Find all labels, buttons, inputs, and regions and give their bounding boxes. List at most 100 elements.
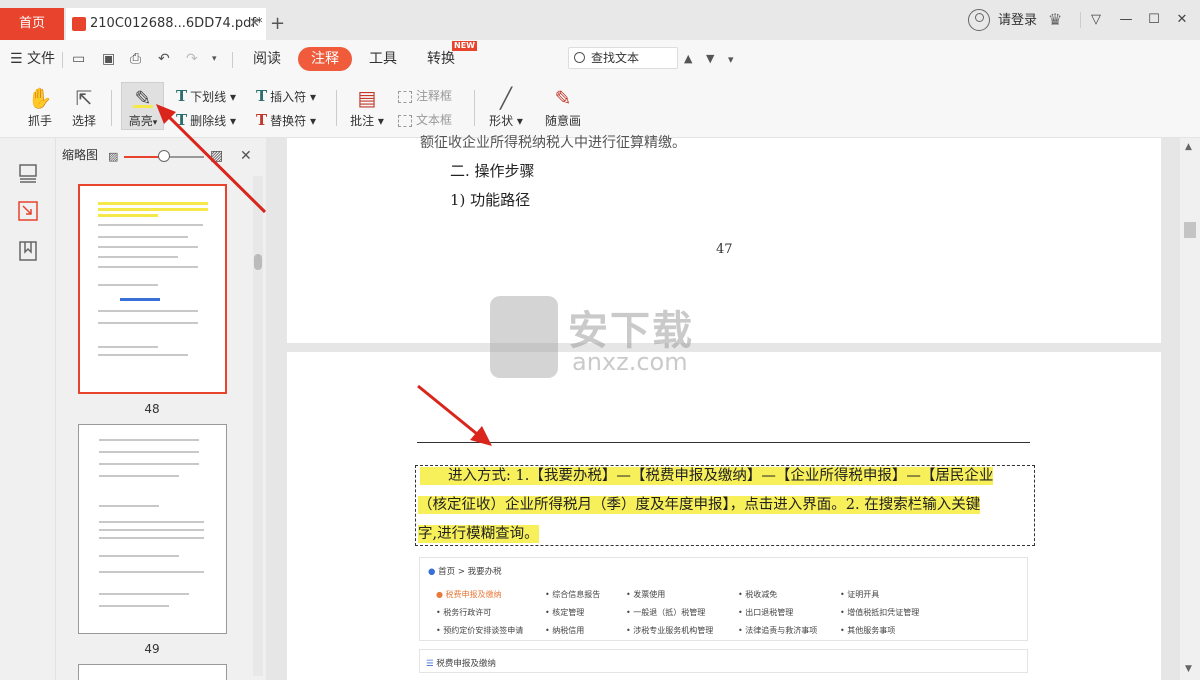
login-label: 请登录 xyxy=(998,13,1038,28)
hand-icon: ✋ xyxy=(27,86,53,110)
cursor-icon: ⇱ xyxy=(75,86,93,110)
divider xyxy=(1080,12,1081,28)
document-scroll-handle[interactable] xyxy=(1184,222,1196,238)
divider xyxy=(474,90,475,126)
close-tab-icon[interactable]: ✕ xyxy=(249,8,260,40)
annotation-list-icon[interactable] xyxy=(17,200,39,222)
document-page-47 xyxy=(287,138,1161,343)
web-menu-item: • 法律追责与救济事项 xyxy=(738,626,818,635)
web-menu-item: • 证明开具 xyxy=(840,590,880,599)
highlighted-text: 字,进行模糊查询。 xyxy=(418,525,539,543)
web-menu-item: • 核定管理 xyxy=(545,608,585,617)
web-breadcrumb: 首页 > 我要办税 xyxy=(438,567,502,577)
divider xyxy=(232,52,233,68)
home-icon: ● xyxy=(428,567,436,577)
free-draw-button[interactable]: ✎ 随意画 xyxy=(542,86,584,129)
search-input[interactable]: 查找文本 xyxy=(568,47,678,69)
save-icon[interactable]: ▣ xyxy=(102,51,115,67)
thumbnail-page-number: 48 xyxy=(144,402,160,416)
watermark-subtitle: anxz.com xyxy=(572,348,688,376)
thumbnail-panel-title: 缩略图 xyxy=(62,148,99,162)
free-draw-label: 随意画 xyxy=(544,114,581,128)
tab-document[interactable]: 210C012688...6DD74.pdf* ✕ xyxy=(66,8,266,40)
note-frame-button[interactable]: 注释框 xyxy=(398,88,452,104)
document-text: 额征收企业所得税纳税人中进行征算精缴。 xyxy=(420,135,686,151)
undo-icon[interactable]: ↶ xyxy=(158,51,170,67)
thumbnail-page-50[interactable] xyxy=(78,664,227,680)
menu-dropdown-icon[interactable]: ▽ xyxy=(1086,10,1106,30)
web-menu-item: • 其他服务事项 xyxy=(840,626,896,635)
close-window-button[interactable]: ✕ xyxy=(1172,10,1192,30)
scroll-up-icon[interactable]: ▲ xyxy=(1185,142,1192,152)
new-tab-button[interactable]: + xyxy=(270,14,285,34)
open-folder-icon[interactable]: ▭ xyxy=(72,51,85,67)
web-section-title: 税费申报及缴纳 xyxy=(436,659,496,669)
print-icon[interactable]: ⎙ xyxy=(130,51,141,67)
quick-access-dropdown-icon[interactable]: ▾ xyxy=(212,51,217,67)
note-frame-icon xyxy=(398,90,412,103)
web-menu-item: • 税收减免 xyxy=(738,590,778,599)
bookmark-icon[interactable] xyxy=(17,240,39,262)
search-next-icon[interactable]: ▼ xyxy=(706,51,714,67)
text-box-button[interactable]: 文本框 xyxy=(398,112,452,128)
divider xyxy=(111,90,112,126)
shape-label: 形状 xyxy=(489,114,514,128)
file-menu[interactable]: ☰ 文件 xyxy=(10,49,55,69)
new-badge: NEW xyxy=(452,41,477,51)
highlighted-text: 进入方式: 1.【我要办税】—【税费申报及缴纳】—【企业所得税申报】—【居民企业 xyxy=(420,467,994,485)
shape-button[interactable]: ╱ 形状 ▾ xyxy=(486,86,526,129)
line-shape-icon: ╱ xyxy=(499,86,513,110)
step-item: 1) 功能路径 xyxy=(450,191,531,209)
divider xyxy=(62,52,63,68)
scroll-down-icon[interactable]: ▼ xyxy=(1185,664,1192,674)
text-box-icon xyxy=(398,114,412,127)
step-heading: 二. 操作步骤 xyxy=(450,162,535,180)
highlighted-text-line: 进入方式: 1.【我要办税】—【税费申报及缴纳】—【企业所得税申报】—【居民企业 xyxy=(420,466,994,486)
crown-icon[interactable]: ♛ xyxy=(1048,10,1062,29)
web-menu-item: ● 税费申报及缴纳 xyxy=(436,590,502,599)
search-prev-icon[interactable]: ▲ xyxy=(684,51,692,67)
maximize-button[interactable]: ☐ xyxy=(1144,10,1164,30)
comment-icon: ▤ xyxy=(357,86,377,110)
search-placeholder: 查找文本 xyxy=(591,51,640,65)
search-icon xyxy=(574,52,585,63)
tab-annotate[interactable]: 注释 xyxy=(298,47,352,71)
select-tool-label: 选择 xyxy=(71,114,96,128)
redo-icon[interactable]: ↷ xyxy=(186,51,198,67)
web-menu-item: • 纳税信用 xyxy=(545,626,585,635)
web-menu-item: • 一般退（抵）税管理 xyxy=(626,608,706,617)
note-frame-label: 注释框 xyxy=(416,89,453,103)
thumbnail-view-icon[interactable] xyxy=(17,162,39,184)
thumbnail-page-number: 49 xyxy=(144,642,160,656)
title-bar: 首页 210C012688...6DD74.pdf* ✕ + 请登录 ♛ ▽ —… xyxy=(0,0,1200,40)
zoom-out-thumb-icon[interactable]: ▨ xyxy=(108,149,118,165)
hand-tool-label: 抓手 xyxy=(27,114,52,128)
user-avatar-icon xyxy=(968,9,990,31)
web-menu-item: • 预约定价安排谈签申请 xyxy=(436,626,524,635)
highlighted-text: （核定征收）企业所得税月（季）度及年度申报】，点击进入界面。2. 在搜索栏输入关… xyxy=(418,496,981,514)
search-options-icon[interactable]: ▾ xyxy=(728,52,734,68)
embedded-screenshot-section: ☰ 税费申报及缴纳 xyxy=(419,649,1028,673)
tab-convert[interactable]: 转换 xyxy=(427,49,455,69)
thumbnail-page-49[interactable] xyxy=(78,424,227,634)
red-arrow-icon xyxy=(156,104,267,214)
comment-button[interactable]: ▤ 批注 ▾ xyxy=(348,86,386,129)
file-menu-label: 文件 xyxy=(27,51,56,67)
page-number: 47 xyxy=(716,242,733,257)
site-watermark: 安下载 anxz.com xyxy=(490,296,710,378)
hand-tool-button[interactable]: ✋ 抓手 xyxy=(22,86,58,129)
thumbnail-scrollbar[interactable] xyxy=(253,176,263,676)
thumbnail-scroll-handle[interactable] xyxy=(254,254,262,270)
web-menu-item: • 综合信息报告 xyxy=(545,590,601,599)
tab-home[interactable]: 首页 xyxy=(0,8,64,40)
minimize-button[interactable]: — xyxy=(1116,10,1136,30)
embedded-screenshot-menu: ● 首页 > 我要办税 ● 税费申报及缴纳 • 综合信息报告 • 发票使用 • … xyxy=(419,557,1028,641)
divider xyxy=(336,90,337,126)
text-box-label: 文本框 xyxy=(416,113,453,127)
web-menu-item: • 出口退税管理 xyxy=(738,608,794,617)
select-tool-button[interactable]: ⇱ 选择 xyxy=(66,86,102,129)
tab-read[interactable]: 阅读 xyxy=(253,49,281,69)
list-icon: ☰ xyxy=(426,659,434,669)
document-scrollbar[interactable]: ▲ ▼ xyxy=(1180,138,1200,680)
tab-tools[interactable]: 工具 xyxy=(369,49,397,69)
